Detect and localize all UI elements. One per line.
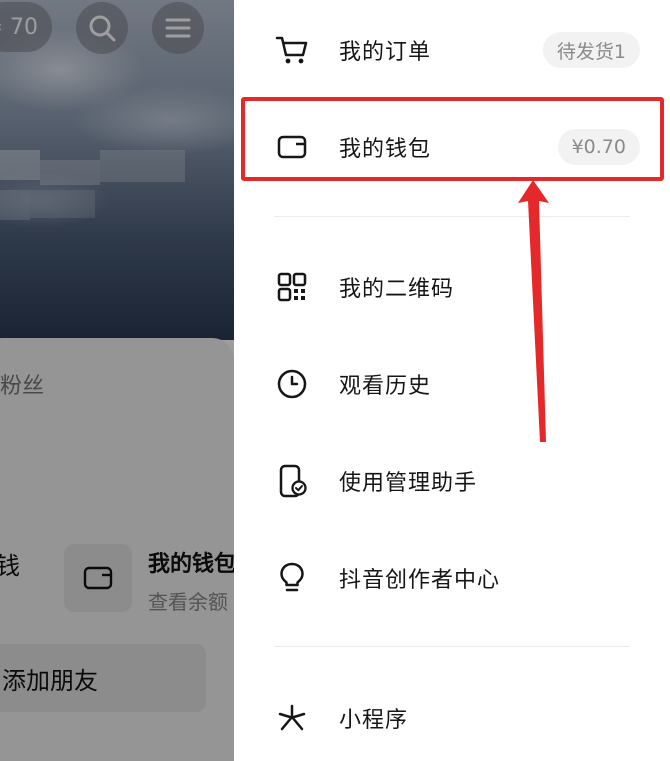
annotation-highlight-box [241, 97, 664, 181]
miniprogram-icon [274, 700, 310, 736]
menu-item-mini-programs[interactable]: 小程序 [234, 688, 670, 748]
order-status-badge: 待发货1 [542, 32, 640, 68]
dim-overlay[interactable] [0, 0, 234, 761]
menu-item-label: 抖音创作者中心 [339, 568, 501, 593]
menu-item-label: 小程序 [339, 708, 409, 733]
qrcode-icon [274, 269, 310, 305]
menu-item-label: 我的订单 [339, 40, 432, 65]
background-profile-page: ≠ 70 粉丝 钱 我的钱包 查看余额 添加朋友 [0, 0, 234, 761]
lightbulb-icon [274, 560, 310, 596]
divider [274, 216, 630, 217]
clock-icon [274, 366, 310, 402]
cart-icon [274, 32, 310, 68]
divider [274, 646, 630, 647]
menu-item-my-qrcode[interactable]: 我的二维码 [234, 257, 670, 317]
menu-item-label: 观看历史 [339, 374, 432, 399]
menu-item-label: 我的二维码 [339, 277, 455, 302]
menu-item-watch-history[interactable]: 观看历史 [234, 354, 670, 414]
menu-item-my-orders[interactable]: 我的订单 待发货1 [234, 20, 670, 80]
menu-item-label: 使用管理助手 [339, 471, 478, 496]
phone-check-icon [274, 463, 310, 499]
menu-item-creator-center[interactable]: 抖音创作者中心 [234, 548, 670, 608]
menu-item-usage-manager[interactable]: 使用管理助手 [234, 451, 670, 511]
